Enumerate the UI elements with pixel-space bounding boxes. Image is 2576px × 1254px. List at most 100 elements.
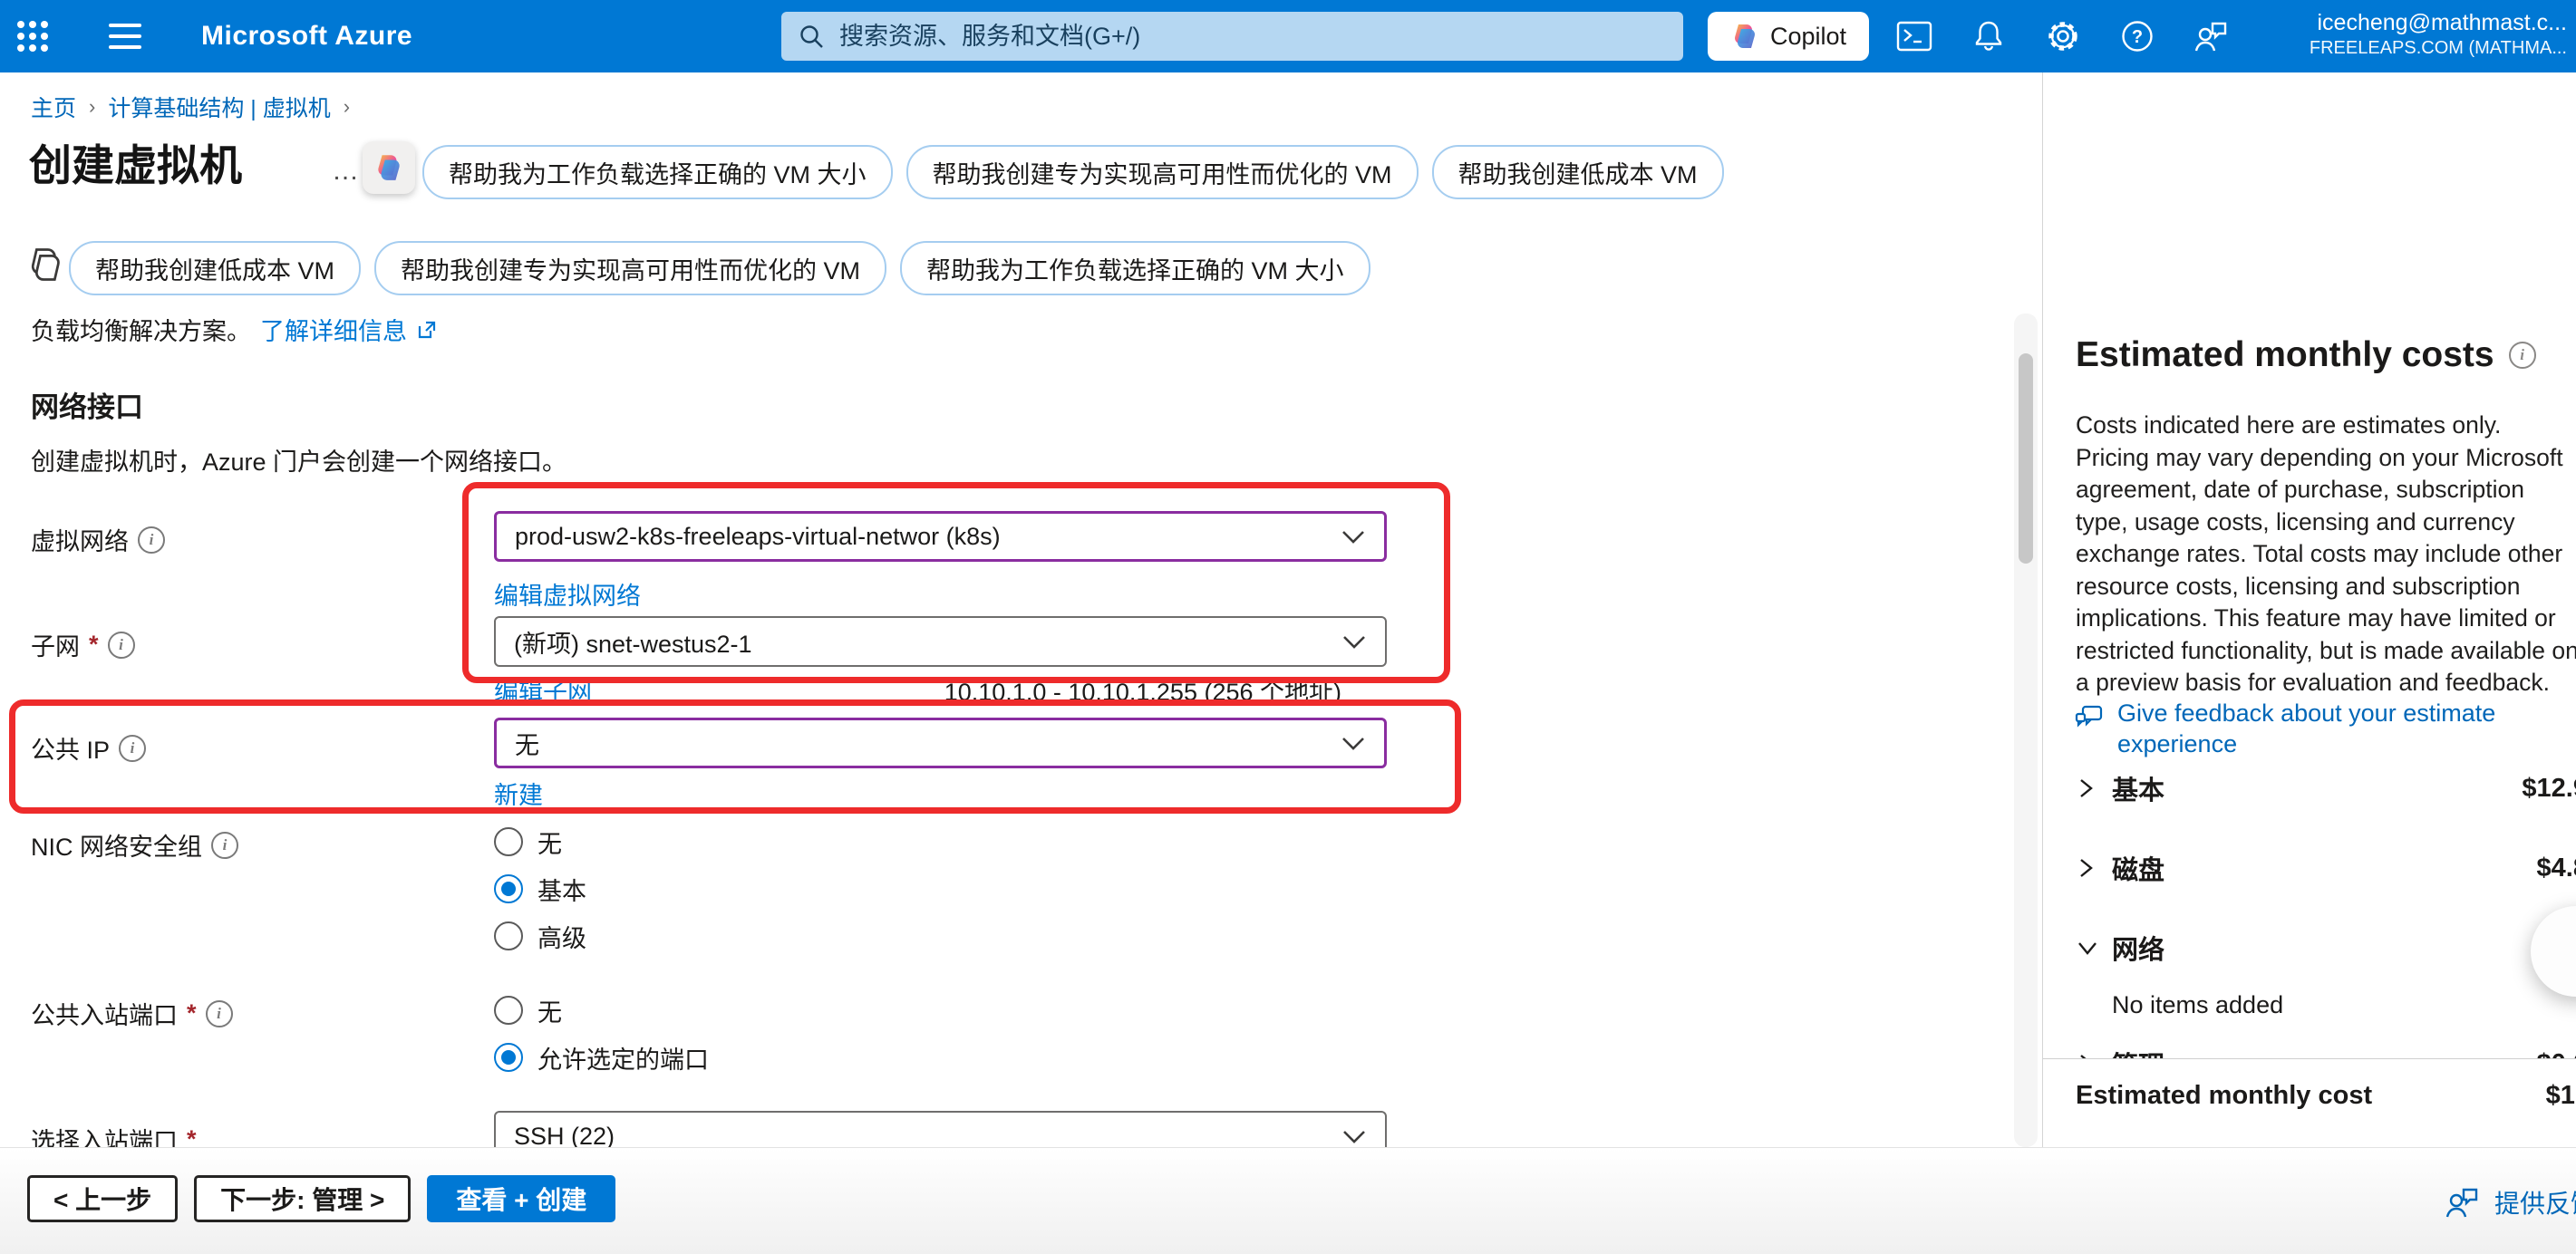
- main-content: 主页 › 计算基础结构 | 虚拟机 › 创建虚拟机 … 帮助我为工作负载选择正确…: [0, 72, 2576, 1147]
- external-link-icon: [416, 319, 438, 341]
- cloud-shell-button[interactable]: [1894, 16, 1934, 56]
- subnet-value: (新项) snet-westus2-1: [514, 624, 1341, 660]
- virtual-network-dropdown[interactable]: prod-usw2-k8s-freeleaps-virtual-networ (…: [494, 511, 1387, 562]
- intro-text-clipped: 负载均衡解决方案。 了解详细信息: [31, 319, 438, 355]
- intro-text: 负载均衡解决方案。: [31, 319, 251, 347]
- estimate-feedback-link[interactable]: Give feedback about your estimate experi…: [2074, 698, 2516, 759]
- inbound-option-none[interactable]: 无: [494, 995, 709, 1026]
- cost-row-basic[interactable]: 基本 $12.9: [2076, 768, 2576, 808]
- copilot-chip-row-bottom: 帮助我创建低成本 VM 帮助我创建专为实现高可用性而优化的 VM 帮助我为工作负…: [69, 241, 1370, 295]
- total-label: Estimated monthly cost: [2076, 1081, 2372, 1111]
- copilot-chip[interactable]: 帮助我为工作负载选择正确的 VM 大小: [422, 145, 893, 199]
- settings-button[interactable]: [2043, 16, 2083, 56]
- copilot-chip[interactable]: 帮助我创建专为实现高可用性而优化的 VM: [906, 145, 1419, 199]
- chevron-down-icon: [2076, 938, 2112, 958]
- subnet-label: 子网 * i: [31, 627, 135, 662]
- chevron-down-icon: [1341, 736, 1366, 751]
- top-bar-icons: ?: [1894, 0, 2232, 72]
- chevron-right-icon: [2076, 777, 2112, 800]
- info-icon[interactable]: i: [2509, 342, 2536, 369]
- cost-row-disk[interactable]: 磁盘 $4.8: [2076, 848, 2576, 888]
- copilot-chip[interactable]: 帮助我为工作负载选择正确的 VM 大小: [900, 241, 1370, 295]
- copilot-button-label: Copilot: [1770, 23, 1846, 51]
- radio-icon: [494, 827, 523, 856]
- search-icon: [798, 23, 825, 50]
- section-description: 创建虚拟机时，Azure 门户会创建一个网络接口。: [31, 442, 567, 477]
- next-button[interactable]: 下一步: 管理 >: [194, 1175, 411, 1222]
- portal-menu-button[interactable]: [92, 0, 158, 72]
- page-feedback-label: 提供反馈: [2494, 1184, 2576, 1220]
- breadcrumb: 主页 › 计算基础结构 | 虚拟机 ›: [31, 91, 350, 123]
- chevron-right-icon: ›: [89, 95, 95, 119]
- no-items-note: No items added: [2112, 991, 2283, 1019]
- info-icon[interactable]: i: [211, 832, 238, 859]
- global-search[interactable]: [781, 12, 1683, 61]
- subnet-address-range: 10.10.1.0 - 10.10.1.255 (256 个地址): [494, 672, 1341, 708]
- public-ip-dropdown[interactable]: 无: [494, 718, 1387, 768]
- chevron-right-icon: [2076, 856, 2112, 880]
- copilot-button[interactable]: Copilot: [1708, 12, 1869, 61]
- azure-portal-window: Microsoft Azure Copilot: [0, 0, 2576, 1254]
- breadcrumb-parent[interactable]: 计算基础结构 | 虚拟机: [108, 91, 330, 123]
- public-ip-value: 无: [515, 726, 1341, 761]
- virtual-network-label: 虚拟网络 i: [31, 522, 165, 557]
- info-icon[interactable]: i: [119, 735, 146, 762]
- nic-nsg-label: NIC 网络安全组 i: [31, 827, 238, 863]
- help-icon: ?: [2120, 19, 2155, 53]
- nic-nsg-option-none[interactable]: 无: [494, 826, 586, 857]
- notifications-button[interactable]: [1969, 16, 2009, 56]
- chevron-down-icon: [1341, 634, 1367, 650]
- overflow-menu[interactable]: …: [332, 156, 362, 187]
- inbound-option-allow-selected[interactable]: 允许选定的端口: [494, 1042, 709, 1073]
- public-ip-label: 公共 IP i: [31, 730, 146, 766]
- top-bar: Microsoft Azure Copilot: [0, 0, 2576, 72]
- search-input[interactable]: [838, 22, 1667, 52]
- radio-selected-icon: [494, 1043, 523, 1072]
- feedback-bubbles-icon: [2074, 703, 2105, 759]
- account-email: icecheng@mathmast.c...: [2310, 9, 2567, 37]
- radio-icon: [494, 921, 523, 950]
- person-feedback-icon: [2444, 1184, 2482, 1220]
- page-feedback-link[interactable]: 提供反馈: [2444, 1184, 2576, 1220]
- chevron-right-icon: ›: [344, 95, 350, 119]
- subnet-dropdown[interactable]: (新项) snet-westus2-1: [494, 616, 1387, 667]
- copilot-chip-row-top: 帮助我为工作负载选择正确的 VM 大小 帮助我创建专为实现高可用性而优化的 VM…: [422, 145, 1724, 199]
- copilot-chip[interactable]: 帮助我创建低成本 VM: [69, 241, 361, 295]
- select-inbound-ports-dropdown[interactable]: SSH (22): [494, 1111, 1387, 1147]
- cost-row-network[interactable]: 网络 $0.0: [2076, 928, 2576, 968]
- account-menu[interactable]: icecheng@mathmast.c... FREELEAPS.COM (MA…: [2310, 9, 2567, 60]
- review-create-button[interactable]: 查看 + 创建: [427, 1175, 615, 1222]
- help-button[interactable]: ?: [2117, 16, 2157, 56]
- nic-nsg-option-basic[interactable]: 基本: [494, 873, 586, 904]
- learn-more-link[interactable]: 了解详细信息: [260, 319, 407, 347]
- app-launcher-button[interactable]: [0, 0, 65, 72]
- costs-panel-title: Estimated monthly costs i: [2076, 335, 2536, 375]
- copilot-logo-icon: [373, 152, 404, 183]
- info-icon[interactable]: i: [206, 1000, 233, 1027]
- estimated-costs-panel: Estimated monthly costs i Costs indicate…: [2042, 72, 2576, 1147]
- info-icon[interactable]: i: [108, 632, 135, 659]
- nic-nsg-radio-group: 无 基本 高级: [494, 826, 586, 951]
- bell-icon: [1972, 19, 2005, 53]
- info-icon[interactable]: i: [138, 526, 165, 554]
- total-amount: $17: [2546, 1081, 2576, 1111]
- costs-disclaimer: Costs indicated here are estimates only.…: [2076, 410, 2576, 699]
- terminal-icon: [1896, 21, 1932, 52]
- scrollbar-thumb[interactable]: [2019, 353, 2033, 564]
- copilot-chip[interactable]: 帮助我创建低成本 VM: [1432, 145, 1724, 199]
- previous-button[interactable]: < 上一步: [27, 1175, 178, 1222]
- person-feedback-icon: [2193, 18, 2231, 54]
- nic-nsg-option-advanced[interactable]: 高级: [494, 921, 586, 951]
- copilot-suggestions-button[interactable]: [363, 141, 415, 194]
- public-inbound-ports-label: 公共入站端口 * i: [31, 996, 233, 1031]
- brand-title[interactable]: Microsoft Azure: [201, 21, 412, 52]
- create-new-public-ip-link[interactable]: 新建: [494, 776, 543, 811]
- cost-amount: $4.8: [2537, 854, 2576, 883]
- breadcrumb-home[interactable]: 主页: [31, 91, 76, 123]
- section-title: 网络接口: [31, 384, 143, 425]
- edit-virtual-network-link[interactable]: 编辑虚拟网络: [494, 576, 641, 612]
- copilot-chip[interactable]: 帮助我创建专为实现高可用性而优化的 VM: [374, 241, 886, 295]
- svg-text:?: ?: [2132, 27, 2143, 47]
- feedback-button[interactable]: [2192, 16, 2232, 56]
- chevron-down-icon: [1341, 1129, 1367, 1144]
